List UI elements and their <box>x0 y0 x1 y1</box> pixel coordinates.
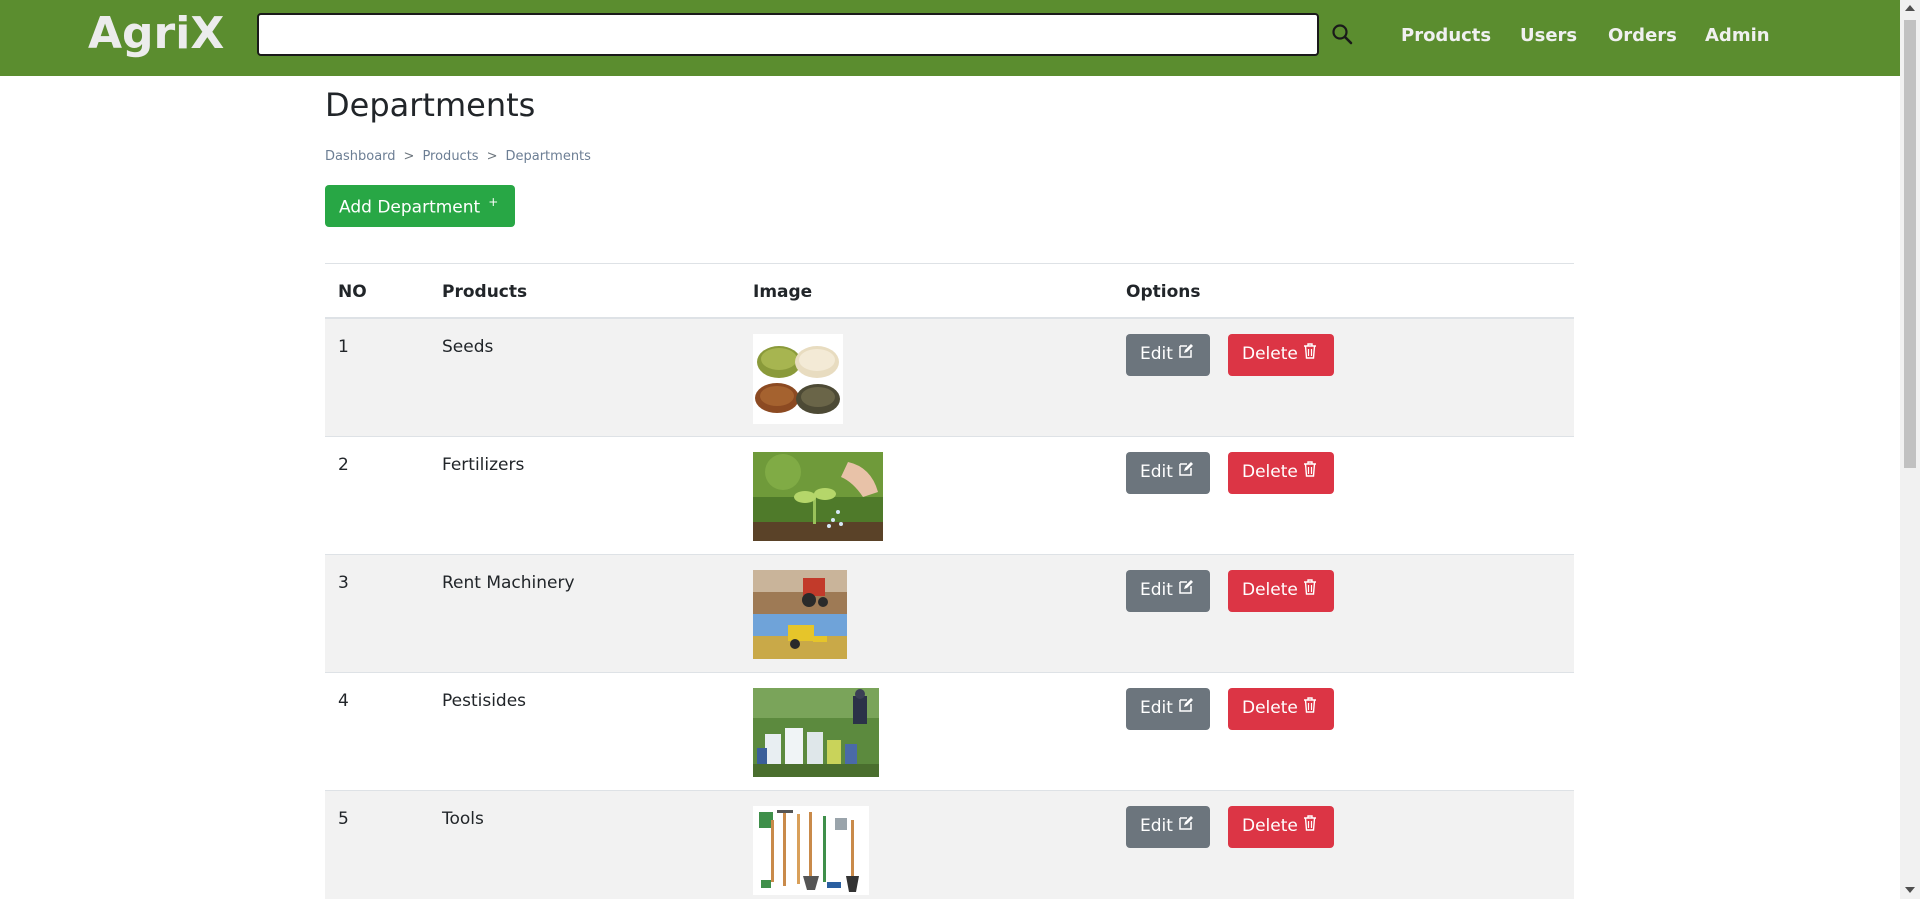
navbar: AgriX Products Users Orders Admin <box>0 0 1900 76</box>
header-image: Image <box>753 282 813 302</box>
delete-button[interactable]: Delete <box>1228 688 1334 730</box>
breadcrumb-dashboard[interactable]: Dashboard <box>325 149 396 164</box>
pesticides-image <box>753 688 879 777</box>
page-title: Departments <box>325 86 536 124</box>
scroll-thumb[interactable] <box>1904 20 1916 468</box>
row-product: Seeds <box>442 337 494 357</box>
fertilizers-image <box>753 452 883 541</box>
breadcrumb-products[interactable]: Products <box>422 149 478 164</box>
breadcrumb: Dashboard > Products > Departments <box>325 149 591 164</box>
trash-icon <box>1303 461 1317 482</box>
table-row: 2 Fertilizers Edit Delete <box>325 437 1574 555</box>
tools-image <box>753 806 869 895</box>
table-header: NO Products Image Options <box>325 263 1574 319</box>
edit-label: Edit <box>1140 580 1173 600</box>
edit-label: Edit <box>1140 344 1173 364</box>
delete-label: Delete <box>1242 580 1298 600</box>
scroll-up-icon[interactable] <box>1905 5 1915 11</box>
delete-button[interactable]: Delete <box>1228 452 1334 494</box>
row-product: Fertilizers <box>442 455 525 475</box>
seeds-image <box>753 334 843 424</box>
row-number: 3 <box>338 573 349 593</box>
row-number: 4 <box>338 691 349 711</box>
row-product: Rent Machinery <box>442 573 575 593</box>
breadcrumb-separator: > <box>403 149 415 164</box>
brand-logo[interactable]: AgriX <box>88 8 224 59</box>
table-row: 1 Seeds Edit Delete <box>325 319 1574 437</box>
table-row: 3 Rent Machinery Edit Delete <box>325 555 1574 673</box>
search-input[interactable] <box>257 13 1319 56</box>
trash-icon <box>1303 579 1317 600</box>
nav-orders[interactable]: Orders <box>1608 25 1677 46</box>
delete-label: Delete <box>1242 816 1298 836</box>
table-row: 5 Tools Edit Delete <box>325 791 1574 899</box>
delete-label: Delete <box>1242 698 1298 718</box>
row-number: 2 <box>338 455 349 475</box>
breadcrumb-departments[interactable]: Departments <box>505 149 590 164</box>
search-icon[interactable] <box>1330 22 1356 48</box>
trash-icon <box>1303 343 1317 364</box>
trash-icon <box>1303 815 1317 836</box>
delete-label: Delete <box>1242 462 1298 482</box>
edit-button[interactable]: Edit <box>1126 570 1210 612</box>
scroll-down-icon[interactable] <box>1905 887 1915 893</box>
delete-button[interactable]: Delete <box>1228 570 1334 612</box>
nav-users[interactable]: Users <box>1520 25 1577 46</box>
edit-icon <box>1178 579 1194 600</box>
row-number: 5 <box>338 809 349 829</box>
header-options: Options <box>1126 282 1201 302</box>
edit-icon <box>1178 815 1194 836</box>
edit-label: Edit <box>1140 816 1173 836</box>
header-no: NO <box>338 282 367 302</box>
row-product: Pestisides <box>442 691 527 711</box>
edit-icon <box>1178 697 1194 718</box>
edit-label: Edit <box>1140 698 1173 718</box>
edit-button[interactable]: Edit <box>1126 806 1210 848</box>
edit-button[interactable]: Edit <box>1126 334 1210 376</box>
plus-icon: + <box>488 195 499 209</box>
table-row: 4 Pestisides Edit Delete <box>325 673 1574 791</box>
nav-products[interactable]: Products <box>1401 25 1491 46</box>
delete-button[interactable]: Delete <box>1228 806 1334 848</box>
delete-label: Delete <box>1242 344 1298 364</box>
add-department-label: Add Department <box>339 197 481 218</box>
trash-icon <box>1303 697 1317 718</box>
edit-icon <box>1178 343 1194 364</box>
row-number: 1 <box>338 337 349 357</box>
edit-button[interactable]: Edit <box>1126 688 1210 730</box>
header-products: Products <box>442 282 528 302</box>
delete-button[interactable]: Delete <box>1228 334 1334 376</box>
add-department-button[interactable]: Add Department + <box>325 185 515 227</box>
breadcrumb-separator: > <box>486 149 498 164</box>
edit-icon <box>1178 461 1194 482</box>
nav-admin[interactable]: Admin <box>1705 25 1770 46</box>
vertical-scrollbar[interactable] <box>1900 0 1920 899</box>
machinery-image <box>753 570 847 659</box>
row-product: Tools <box>442 809 484 829</box>
departments-table: NO Products Image Options 1 Seeds Edit D… <box>325 263 1574 899</box>
edit-button[interactable]: Edit <box>1126 452 1210 494</box>
edit-label: Edit <box>1140 462 1173 482</box>
